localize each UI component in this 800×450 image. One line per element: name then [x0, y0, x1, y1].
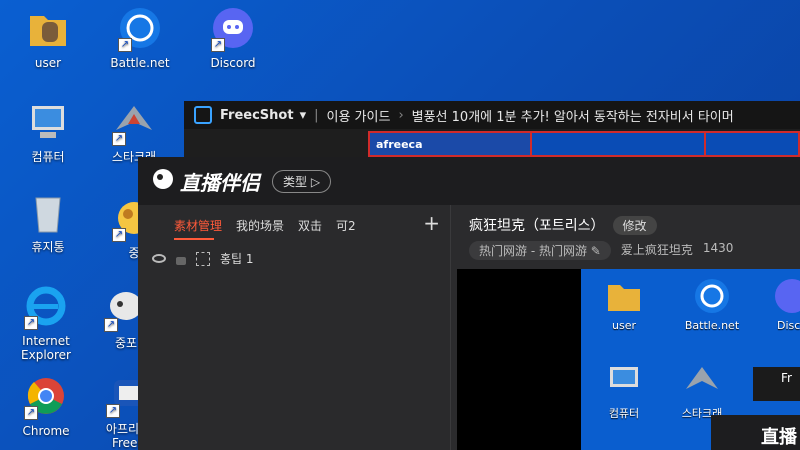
eye-icon[interactable] — [152, 254, 166, 263]
viewer-count: 1430 — [702, 241, 734, 255]
streaming-app-window: 直播伴侣 类型 ▷ 素材管理 我的场景 双击 可2 + 홍팁 1 疯狂坦克（포트… — [138, 157, 800, 450]
preview-icon-computer: 컴퓨터 — [589, 363, 659, 421]
preview-icon-label: Battle.net — [684, 319, 740, 332]
lock-icon[interactable] — [176, 256, 186, 265]
room-header: 疯狂坦克（포트리스） 修改 — [451, 205, 800, 235]
preview-icon-label: 컴퓨터 — [608, 407, 640, 420]
desktop-icon-internet-explorer[interactable]: ↗ Internet Explorer — [6, 284, 86, 362]
menu-dropdown-icon[interactable]: ▾ — [300, 108, 307, 123]
tab-materials[interactable]: 素材管理 — [174, 217, 222, 234]
edit-button[interactable]: 修改 — [612, 215, 657, 235]
freecshot-title: FreecShot — [220, 107, 294, 123]
divider: | — [314, 107, 319, 123]
desktop-icon-label: Internet Explorer — [21, 334, 71, 362]
capture-cell[interactable]: afreeca — [368, 131, 532, 157]
preview-inner-brand: 直播 — [761, 427, 797, 448]
folder-icon — [604, 277, 644, 315]
computer-icon — [24, 100, 72, 146]
guide-link[interactable]: 이용 가이드 — [327, 106, 391, 125]
tab-more[interactable]: 可2 — [336, 217, 356, 234]
starcraft-icon: ↗ — [110, 100, 158, 146]
room-subinfo: 热门网游 - 热门网游 ✎ 爱上疯狂坦克 1430 — [451, 235, 800, 260]
preview-panel: 疯狂坦克（포트리스） 修改 热门网游 - 热门网游 ✎ 爱上疯狂坦克 1430 … — [451, 205, 800, 450]
chevron-right-icon: › — [398, 107, 404, 123]
tab-my-scenes[interactable]: 我的场景 — [236, 217, 284, 234]
add-icon[interactable]: + — [423, 211, 440, 235]
desktop-icon-label: 중포 — [114, 336, 138, 350]
desktop-icon-starcraft[interactable]: ↗ 스타크래 — [94, 100, 174, 164]
capture-frame-icon — [196, 251, 210, 266]
type-button-label: 类型 — [283, 174, 308, 189]
desktop-icon-label: Chrome — [22, 424, 70, 438]
capture-cell[interactable] — [530, 131, 706, 157]
desktop-icon-battlenet[interactable]: ↗ Battle.net — [100, 6, 180, 70]
preview-icon-user: user — [589, 277, 659, 332]
desktop-icon-user[interactable]: user — [8, 6, 88, 70]
stream-preview[interactable]: user Battle.net Disco 컴퓨터 스타크래 — [457, 269, 800, 450]
battlenet-icon — [692, 277, 732, 315]
preview-icon-label: Disco — [776, 319, 800, 332]
preview-inner-app: 直播 — [711, 415, 800, 450]
desktop-icon-label: user — [34, 56, 62, 70]
preview-inner-window: Fr — [753, 367, 800, 401]
discord-icon: ↗ — [209, 6, 257, 52]
pencil-icon: ✎ — [590, 244, 601, 258]
freecshot-logo-icon — [194, 106, 212, 124]
scene-name: 홍팁 1 — [220, 252, 254, 266]
preview-desktop: user Battle.net Disco 컴퓨터 스타크래 — [581, 269, 800, 450]
room-title: 疯狂坦克（포트리스） — [469, 218, 605, 234]
chrome-icon: ↗ — [22, 374, 70, 420]
starcraft-icon — [682, 363, 722, 401]
scene-item[interactable]: 홍팁 1 — [138, 250, 450, 267]
app-header: 直播伴侣 类型 ▷ — [138, 157, 800, 205]
preview-inner-title: Fr — [781, 371, 792, 385]
capture-area: afreeca — [368, 131, 800, 157]
app-brand: 直播伴侣 — [180, 170, 260, 195]
notice-text[interactable]: 별풍선 10개에 1분 추가! 알아서 동작하는 전자비서 타이머 — [412, 106, 734, 125]
desktop-icon-discord[interactable]: ↗ Discord — [193, 6, 273, 70]
folder-icon — [24, 6, 72, 52]
preview-icon-discord: Disco — [757, 277, 800, 332]
play-icon: ▷ — [310, 174, 321, 189]
freecshot-toolbar: FreecShot ▾ | 이용 가이드 › 별풍선 10개에 1분 추가! 알… — [184, 101, 800, 129]
afreeca-logo: afreeca — [376, 138, 423, 151]
category-badge[interactable]: 热门网游 - 热门网游 ✎ — [469, 241, 611, 260]
category-text: 热门网游 - 热门网游 — [479, 244, 587, 258]
capture-cell[interactable] — [704, 131, 800, 157]
tab-double-click[interactable]: 双击 — [298, 217, 322, 234]
desktop-icon-label: 컴퓨터 — [31, 150, 65, 164]
type-button[interactable]: 类型 ▷ — [272, 169, 332, 193]
preview-icon-battlenet: Battle.net — [677, 277, 747, 332]
preview-icon-label: user — [612, 319, 636, 332]
battlenet-icon: ↗ — [116, 6, 164, 52]
recycle-bin-icon — [24, 190, 72, 236]
scene-tabs: 素材管理 我的场景 双击 可2 + — [138, 205, 450, 235]
desktop-icon-chrome[interactable]: ↗ Chrome — [6, 374, 86, 438]
computer-icon — [604, 363, 644, 401]
streamer-name: 爱上疯狂坦克 — [620, 243, 693, 257]
internet-explorer-icon: ↗ — [22, 284, 70, 330]
scene-panel: 素材管理 我的场景 双击 可2 + 홍팁 1 — [138, 205, 451, 450]
app-logo-icon — [152, 168, 174, 194]
discord-icon — [772, 277, 800, 315]
preview-icon-starcraft: 스타크래 — [667, 363, 737, 421]
freecshot-window: FreecShot ▾ | 이용 가이드 › 별풍선 10개에 1분 추가! 알… — [184, 101, 800, 161]
desktop-icon-label: Battle.net — [110, 56, 170, 70]
desktop-icon-computer[interactable]: 컴퓨터 — [8, 100, 88, 164]
desktop-icon-label: 휴지통 — [31, 240, 65, 254]
desktop-icon-label: Discord — [210, 56, 256, 70]
desktop-icon-recycle-bin[interactable]: 휴지통 — [8, 190, 88, 254]
